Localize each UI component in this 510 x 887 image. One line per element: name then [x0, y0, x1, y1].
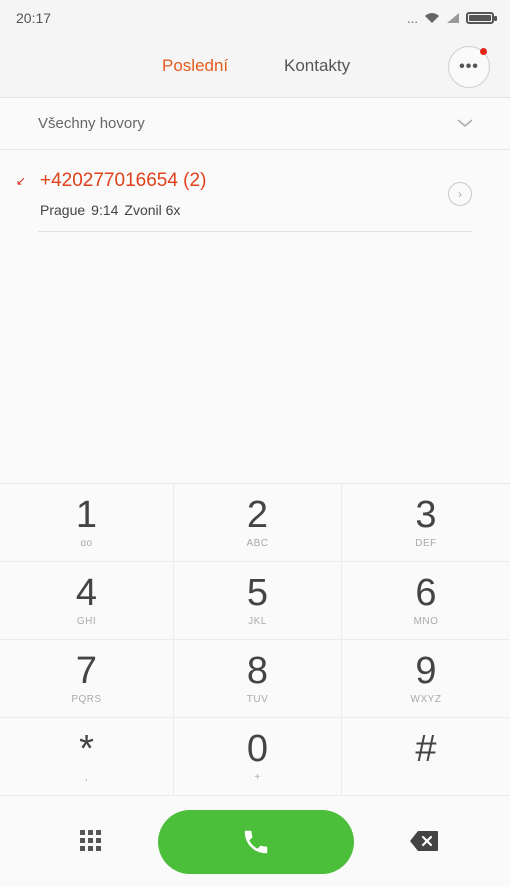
status-bar: 20:17 ... — [0, 0, 510, 36]
key-digit: # — [415, 727, 437, 770]
key-6[interactable]: 6 MNO — [342, 562, 510, 640]
dialpad-icon[interactable] — [78, 828, 104, 854]
key-hash[interactable]: # — [342, 718, 510, 796]
header: Poslední Kontakty ••• — [0, 36, 510, 98]
backspace-icon[interactable] — [409, 830, 439, 852]
key-digit: 4 — [75, 571, 98, 614]
call-details-button[interactable]: › — [448, 182, 472, 206]
chevron-down-icon — [457, 119, 473, 127]
key-4[interactable]: 4 GHI — [0, 562, 174, 640]
key-digit: 9 — [415, 649, 437, 692]
dial-keypad: 1 ɑo 2 ABC 3 DEF 4 GHI 5 JKL 6 MNO 7 PQRS 8 TUV … — [0, 483, 510, 796]
bottom-action-bar — [0, 796, 510, 887]
more-icon: ••• — [459, 58, 479, 75]
call-number: +420277016654 (2) — [40, 170, 207, 191]
call-location: Prague — [40, 202, 86, 218]
call-filter[interactable]: Všechny hovory — [0, 98, 510, 150]
phone-icon — [244, 830, 268, 854]
battery-icon — [466, 12, 497, 24]
key-letters: WXYZ — [410, 693, 442, 705]
key-star[interactable]: *, — [0, 718, 174, 796]
tab-recent[interactable]: Poslední — [162, 56, 228, 76]
divider — [38, 231, 472, 232]
missed-call-icon: ↙ — [16, 174, 27, 188]
call-time: 9:14 — [91, 202, 119, 218]
chevron-right-icon: › — [458, 187, 462, 201]
key-8[interactable]: 8 TUV — [174, 640, 342, 718]
key-7[interactable]: 7 PQRS — [0, 640, 174, 718]
key-1[interactable]: 1 ɑo — [0, 484, 174, 562]
key-0[interactable]: 0 + — [174, 718, 342, 796]
key-letters: PQRS — [71, 693, 102, 705]
call-button[interactable] — [158, 810, 354, 874]
status-icons: ... — [407, 10, 497, 26]
key-digit: 2 — [246, 493, 269, 536]
cellular-icon — [447, 13, 459, 23]
signal-dots-icon: ... — [407, 10, 418, 26]
key-letters: ABC — [246, 537, 269, 549]
key-letters: JKL — [248, 615, 267, 627]
key-digit: 0 — [246, 727, 269, 770]
key-letters: GHI — [76, 615, 97, 627]
notification-dot — [480, 48, 487, 55]
key-digit: 1 — [75, 493, 98, 536]
key-letters: TUV — [246, 693, 269, 705]
call-meta: Prague 9:14 Zvonil 6x — [40, 202, 180, 218]
status-time: 20:17 — [16, 10, 52, 26]
key-letters: , — [84, 771, 89, 783]
key-digit: 5 — [246, 571, 269, 614]
key-3[interactable]: 3 DEF — [342, 484, 510, 562]
key-letters: MNO — [413, 615, 439, 627]
key-letters: + — [254, 771, 261, 783]
key-digit: 3 — [415, 493, 437, 536]
key-5[interactable]: 5 JKL — [174, 562, 342, 640]
key-letters: DEF — [415, 537, 437, 549]
tab-contacts[interactable]: Kontakty — [284, 56, 350, 76]
key-9[interactable]: 9 WXYZ — [342, 640, 510, 718]
key-digit: * — [79, 727, 94, 770]
key-letters: ɑo — [80, 537, 93, 549]
wifi-icon — [425, 13, 439, 23]
key-digit: 6 — [415, 571, 437, 614]
filter-label: Všechny hovory — [38, 115, 145, 132]
more-options-button[interactable]: ••• — [448, 46, 490, 88]
key-2[interactable]: 2 ABC — [174, 484, 342, 562]
call-status: Zvonil 6x — [124, 202, 181, 218]
call-log-item[interactable]: ↙ +420277016654 (2) Prague 9:14 Zvonil 6… — [0, 150, 510, 232]
key-digit: 8 — [246, 649, 269, 692]
key-digit: 7 — [75, 649, 98, 692]
